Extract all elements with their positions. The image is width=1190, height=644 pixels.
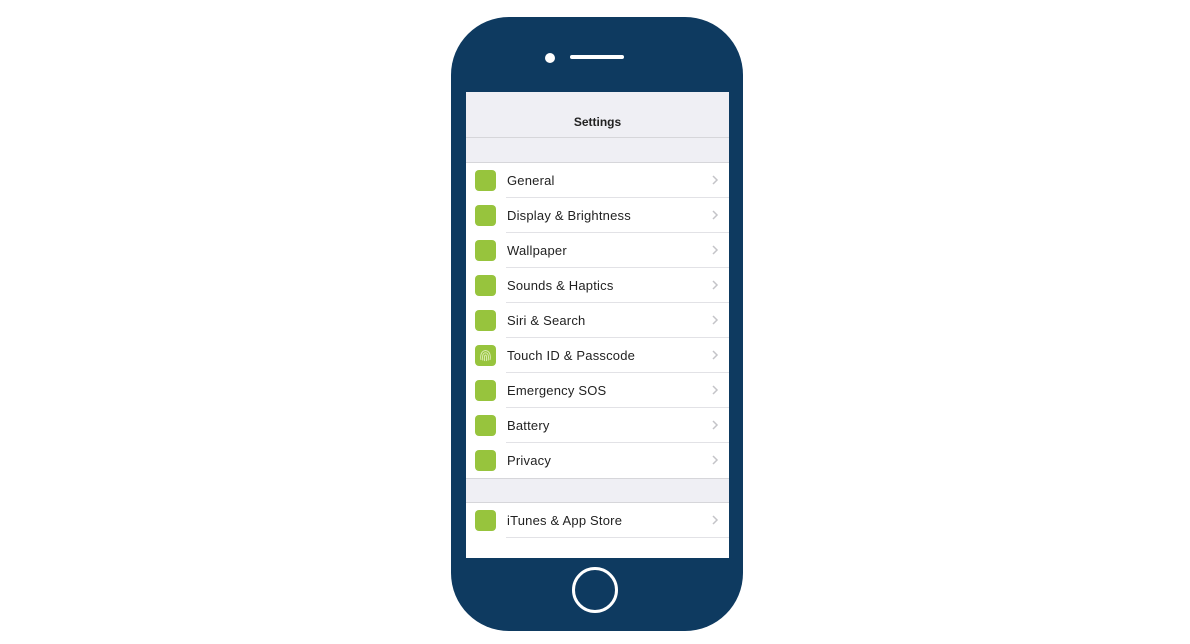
settings-row-general[interactable]: General — [466, 163, 729, 198]
row-label: Siri & Search — [507, 313, 586, 328]
settings-row-itunes-app-store[interactable]: iTunes & App Store — [466, 503, 729, 538]
itunes-app-store-icon — [475, 510, 496, 531]
row-label: Privacy — [507, 453, 552, 468]
siri-search-icon — [475, 310, 496, 331]
chevron-right-icon — [712, 385, 719, 395]
settings-row-siri-search[interactable]: Siri & Search — [466, 303, 729, 338]
settings-row-wallpaper[interactable]: Wallpaper — [466, 233, 729, 268]
general-icon — [475, 170, 496, 191]
settings-row-touch-id-passcode[interactable]: Touch ID & Passcode — [466, 338, 729, 373]
chevron-right-icon — [712, 245, 719, 255]
settings-row-sounds-haptics[interactable]: Sounds & Haptics — [466, 268, 729, 303]
chevron-right-icon — [712, 350, 719, 360]
row-label: Emergency SOS — [507, 383, 607, 398]
chevron-right-icon — [712, 175, 719, 185]
privacy-icon — [475, 450, 496, 471]
sounds-haptics-icon — [475, 275, 496, 296]
section-spacer — [466, 138, 729, 163]
settings-row-display-brightness[interactable]: Display & Brightness — [466, 198, 729, 233]
settings-row-battery[interactable]: Battery — [466, 408, 729, 443]
settings-row-privacy[interactable]: Privacy — [466, 443, 729, 478]
row-label: iTunes & App Store — [507, 513, 623, 528]
front-camera — [545, 53, 555, 63]
page-title: Settings — [573, 114, 622, 129]
wallpaper-icon — [475, 240, 496, 261]
earpiece-speaker — [570, 55, 624, 59]
navigation-bar: Settings — [466, 92, 729, 138]
phone-frame: Settings General Display & Brightness Wa… — [451, 17, 743, 631]
settings-group-main: General Display & Brightness Wallpaper S… — [466, 163, 729, 478]
chevron-right-icon — [712, 455, 719, 465]
settings-group-store: iTunes & App Store — [466, 503, 729, 558]
chevron-right-icon — [712, 420, 719, 430]
row-label: Wallpaper — [507, 243, 567, 258]
row-divider — [506, 537, 729, 538]
row-label: Display & Brightness — [507, 208, 631, 223]
phone-screen: Settings General Display & Brightness Wa… — [466, 92, 729, 558]
display-brightness-icon — [475, 205, 496, 226]
emergency-sos-icon — [475, 380, 496, 401]
home-button[interactable] — [572, 567, 618, 613]
settings-row-emergency-sos[interactable]: Emergency SOS — [466, 373, 729, 408]
chevron-right-icon — [712, 210, 719, 220]
row-label: Sounds & Haptics — [507, 278, 614, 293]
battery-icon — [475, 415, 496, 436]
row-label: Touch ID & Passcode — [507, 348, 636, 363]
chevron-right-icon — [712, 515, 719, 525]
row-label: Battery — [507, 418, 550, 433]
row-label: General — [507, 173, 555, 188]
chevron-right-icon — [712, 315, 719, 325]
section-spacer — [466, 478, 729, 503]
fingerprint-icon — [475, 345, 496, 366]
chevron-right-icon — [712, 280, 719, 290]
